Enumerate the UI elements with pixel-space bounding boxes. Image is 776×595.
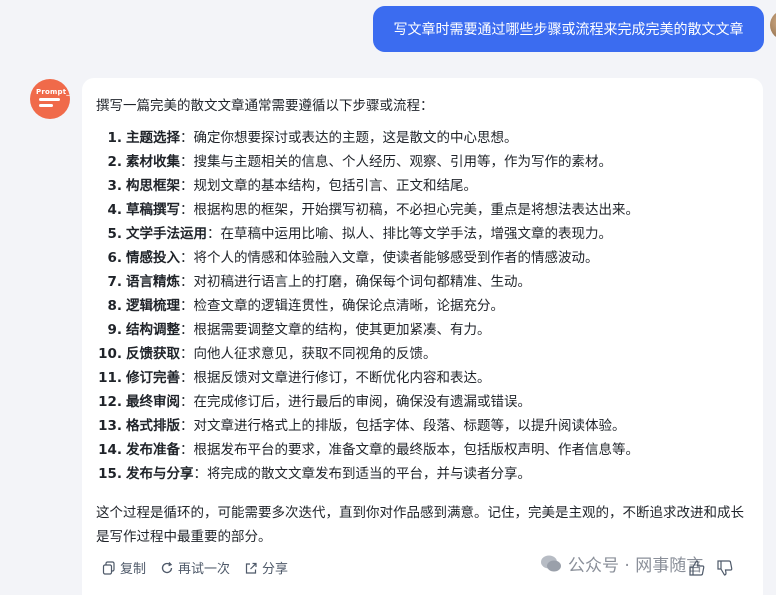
step-title: 发布与分享: [126, 466, 194, 482]
list-item: 7. 语言精炼：对初稿进行语言上的打磨，确保每个词句都精准、生动。: [107, 274, 531, 290]
step-title: 修订完善: [126, 370, 180, 386]
user-message-text: 写文章时需要通过哪些步骤或流程来完成完美的散文文章: [393, 22, 744, 38]
bot-avatar-line: [39, 104, 53, 107]
corner-actions: [688, 559, 734, 577]
list-item: 9. 结构调整：根据需要调整文章的结构，使其更加紧凑、有力。: [107, 322, 491, 338]
step-title: 素材收集: [126, 154, 180, 170]
retry-button[interactable]: 再试一次: [160, 558, 230, 577]
share-button[interactable]: 分享: [244, 558, 288, 577]
thumbs-down-icon[interactable]: [716, 559, 734, 577]
thumbs-up-icon[interactable]: [688, 559, 706, 577]
list-item: 1. 主题选择：确定你想要探讨或表达的主题，这是散文的中心思想。: [107, 130, 518, 146]
bot-intro-text: 撰写一篇完美的散文文章通常需要遵循以下步骤或流程：: [96, 98, 434, 114]
step-title: 结构调整: [126, 322, 180, 338]
list-item: 4. 草稿撰写：根据构思的框架，开始撰写初稿，不必担心完美，重点是将想法表达出来。: [107, 202, 639, 218]
step-desc: ：在完成修订后，进行最后的审阅，确保没有遗漏或错误。: [180, 394, 531, 410]
step-desc: ：根据构思的框架，开始撰写初稿，不必担心完美，重点是将想法表达出来。: [180, 202, 639, 218]
step-desc: ：搜集与主题相关的信息、个人经历、观察、引用等，作为写作的素材。: [180, 154, 612, 170]
bot-message-card: 撰写一篇完美的散文文章通常需要遵循以下步骤或流程： 1. 主题选择：确定你想要探讨…: [82, 78, 763, 595]
step-desc: ：根据发布平台的要求，准备文章的最终版本，包括版权声明、作者信息等。: [180, 442, 639, 458]
user-avatar: [770, 10, 776, 40]
list-item: 12. 最终审阅：在完成修订后，进行最后的审阅，确保没有遗漏或错误。: [98, 394, 531, 410]
user-message-bubble: 写文章时需要通过哪些步骤或流程来完成完美的散文文章: [373, 6, 764, 52]
list-item: 3. 构思框架：规划文章的基本结构，包括引言、正文和结尾。: [107, 178, 477, 194]
list-item: 2. 素材收集：搜集与主题相关的信息、个人经历、观察、引用等，作为写作的素材。: [107, 154, 612, 170]
step-title: 逻辑梳理: [126, 298, 180, 314]
wechat-icon: [541, 555, 561, 571]
step-desc: ：检查文章的逻辑连贯性，确保论点清晰，论据充分。: [180, 298, 504, 314]
bot-avatar-brand: Prompt_: [36, 88, 70, 96]
step-desc: ：向他人征求意见，获取不同视角的反馈。: [180, 346, 437, 362]
step-desc: ：对文章进行格式上的排版，包括字体、段落、标题等，以提升阅读体验。: [180, 418, 626, 434]
step-desc: ：规划文章的基本结构，包括引言、正文和结尾。: [180, 178, 477, 194]
copy-icon: [102, 560, 115, 575]
steps-list: 1. 主题选择：确定你想要探讨或表达的主题，这是散文的中心思想。 2. 素材收集：搜…: [96, 126, 639, 486]
list-item: 5. 文学手法运用：在草稿中运用比喻、拟人、排比等文学手法，增强文章的表现力。: [107, 226, 612, 242]
refresh-icon: [161, 561, 173, 573]
watermark: 公众号 · 网事随言: [540, 551, 703, 576]
list-item: 14. 发布准备：根据发布平台的要求，准备文章的最终版本，包括版权声明、作者信息等…: [98, 442, 639, 458]
list-item: 8. 逻辑梳理：检查文章的逻辑连贯性，确保论点清晰，论据充分。: [107, 298, 504, 314]
retry-label: 再试一次: [178, 562, 231, 577]
step-desc: ：在草稿中运用比喻、拟人、排比等文学手法，增强文章的表现力。: [207, 226, 612, 242]
bot-avatar-line: [39, 98, 60, 101]
step-title: 草稿撰写: [126, 202, 180, 218]
message-actions: 复制 再试一次 分享: [102, 558, 302, 577]
share-icon: [245, 562, 257, 574]
list-item: 11. 修订完善：根据反馈对文章进行修订，不断优化内容和表达。: [98, 370, 491, 386]
step-title: 语言精炼: [126, 274, 180, 290]
list-item: 6. 情感投入：将个人的情感和体验融入文章，使读者能够感受到作者的情感波动。: [107, 250, 599, 266]
list-item: 13. 格式排版：对文章进行格式上的排版，包括字体、段落、标题等，以提升阅读体验。: [98, 418, 626, 434]
watermark-text: 公众号 · 网事随言: [568, 556, 704, 576]
copy-button[interactable]: 复制: [102, 558, 146, 577]
step-title: 主题选择: [126, 130, 180, 146]
bot-summary-text: 这个过程是循环的，可能需要多次迭代，直到你对作品感到满意。记住，完美是主观的，不…: [96, 505, 744, 545]
step-title: 最终审阅: [126, 394, 180, 410]
step-title: 情感投入: [126, 250, 180, 266]
step-desc: ：确定你想要探讨或表达的主题，这是散文的中心思想。: [180, 130, 518, 146]
list-item: 15. 发布与分享：将完成的散文文章发布到适当的平台，并与读者分享。: [98, 466, 532, 482]
step-desc: ：将完成的散文文章发布到适当的平台，并与读者分享。: [193, 466, 532, 482]
copy-label: 复制: [120, 562, 147, 577]
step-desc: ：将个人的情感和体验融入文章，使读者能够感受到作者的情感波动。: [180, 250, 599, 266]
step-title: 构思框架: [126, 178, 180, 194]
step-title: 文学手法运用: [126, 226, 207, 242]
share-label: 分享: [262, 562, 289, 577]
step-title: 反馈获取: [126, 346, 180, 362]
list-item: 10. 反馈获取：向他人征求意见，获取不同视角的反馈。: [98, 346, 437, 362]
step-title: 格式排版: [126, 418, 180, 434]
step-desc: ：对初稿进行语言上的打磨，确保每个词句都精准、生动。: [180, 274, 531, 290]
step-desc: ：根据反馈对文章进行修订，不断优化内容和表达。: [180, 370, 491, 386]
step-desc: ：根据需要调整文章的结构，使其更加紧凑、有力。: [180, 322, 491, 338]
bot-avatar: Prompt_: [30, 79, 70, 119]
step-title: 发布准备: [126, 442, 180, 458]
